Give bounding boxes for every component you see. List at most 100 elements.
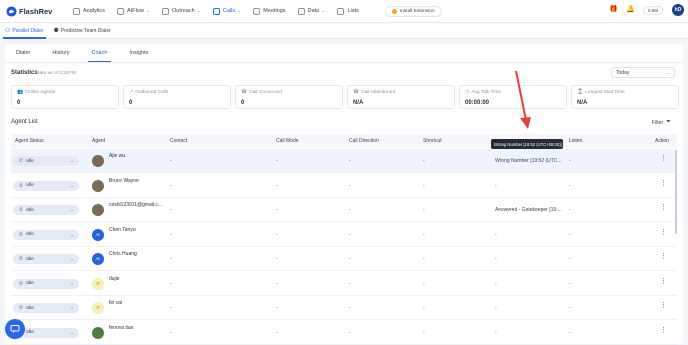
disposition-tooltip: Wrong Number [19:52 (UTC+08:00)] [491, 139, 563, 149]
agent-sub: - [109, 234, 111, 240]
period-select[interactable]: Today ⌄ [611, 67, 675, 78]
agent-sub: - [109, 283, 111, 289]
more-actions-icon[interactable]: ⋮ [660, 155, 667, 162]
listen-cell[interactable]: - [569, 158, 571, 164]
more-actions-icon[interactable]: ⋮ [660, 180, 667, 187]
table-row[interactable]: ✆ Idle ⌄ Ajie wu - - - - - Wrong Number [19:52 (U… [11, 149, 677, 173]
nav-item-label: Lists [347, 8, 359, 14]
nav-item-aiflow[interactable]: AIFlow ⌄ [111, 0, 156, 23]
subtab-predictive-team-dialer[interactable]: ⚉ Predictive Team Dialer [49, 23, 116, 39]
meetings-icon [253, 7, 261, 15]
nav-item-lists[interactable]: Lists [331, 0, 364, 23]
disposition-cell[interactable]: - [495, 183, 497, 189]
col-call-direction: Call Direction [349, 138, 379, 144]
stat-card-value: N/A [577, 100, 588, 106]
stat-card-label-row: ↗ Outbound Calls [129, 89, 225, 95]
table-row[interactable]: ✆ Idle ⌄ Bruce Wayne - - - - - - - ⋮ [11, 174, 677, 198]
agent-status-select[interactable]: ✆Idle ⌄ [13, 254, 79, 264]
stat-card-label: Outbound Calls [135, 89, 169, 95]
listen-cell[interactable]: - [569, 256, 571, 262]
statistics-timestamp: Data as of 2:24PM [36, 71, 76, 76]
agent-sub: - [109, 259, 111, 264]
listen-cell[interactable]: - [569, 281, 571, 287]
data-icon [297, 7, 305, 15]
chevron-down-icon: ⌄ [70, 231, 74, 237]
credit-badge[interactable]: 0.5M [642, 5, 663, 15]
nav-item-analytics[interactable]: Analytics [67, 0, 111, 23]
agent-status-select[interactable]: ✆Idle ⌄ [13, 229, 79, 240]
outreach-icon [162, 7, 170, 15]
shortcut-cell: - [423, 182, 425, 189]
more-actions-icon[interactable]: ⋮ [660, 229, 667, 236]
nav-item-outreach[interactable]: Outreach ⌄ [156, 0, 207, 23]
nav-item-calls[interactable]: Calls ⌄ [207, 0, 247, 23]
call-direction-cell: - [349, 329, 351, 336]
flashrev-logo-icon [6, 5, 17, 17]
call-mode-cell: - [276, 256, 278, 262]
tab-coach[interactable]: Coach [81, 44, 119, 62]
filter-button[interactable]: Filter ⏷ [652, 119, 671, 126]
table-row[interactable]: ✆ Idle ⌄ ∞ Chen Tanyu - - - - - - - ⋮ [11, 223, 677, 247]
nav-item-meetings[interactable]: Meetings [247, 0, 291, 23]
gift-icon[interactable]: 🎁 [609, 6, 618, 14]
contact-cell: - [170, 182, 172, 189]
listen-cell[interactable]: - [569, 232, 571, 238]
brand-logo[interactable]: FlashRev [6, 5, 64, 17]
table-row[interactable]: ✆ Idle ⌄ ☀ fei cai - - - - - - - ⋮ [11, 296, 677, 320]
listen-cell[interactable]: - [569, 207, 571, 213]
more-actions-icon[interactable]: ⋮ [660, 302, 667, 309]
chat-support-button[interactable] [5, 319, 25, 339]
table-scrollbar[interactable] [675, 150, 677, 234]
table-row[interactable]: ✆ Idle ⌄ ceshi123911@gmail.c... - - - - - Answere… [11, 198, 677, 222]
disposition-cell[interactable]: - [495, 330, 497, 336]
chevron-down-icon: ⌄ [70, 280, 74, 286]
more-actions-icon[interactable]: ⋮ [660, 278, 667, 285]
stat-card-value: 0 [129, 100, 133, 106]
period-value: Today [616, 70, 630, 76]
bell-icon[interactable]: 🔔 [626, 6, 635, 14]
user-avatar[interactable]: hD [672, 4, 684, 16]
tab-dialer[interactable]: Dialer [5, 44, 41, 62]
agent-status-select[interactable]: ✆Idle ⌄ [13, 278, 79, 289]
listen-cell[interactable]: - [569, 183, 571, 189]
agent-avatar: ∞ [92, 228, 104, 241]
install-extension-button[interactable]: Install Extension [384, 5, 442, 17]
subtab-parallel-dialer[interactable]: ⚇ Parallel Dialer [0, 23, 49, 39]
table-row[interactable]: ✆Idle⌄fenova tian-------⋮ [11, 321, 677, 345]
dialer-subnav: ⚇ Parallel Dialer ⚉ Predictive Team Dial… [0, 23, 688, 39]
nav-item-label: Calls [222, 8, 236, 14]
col-agent-status: Agent Status [15, 138, 44, 144]
disposition-cell[interactable]: - [495, 281, 497, 287]
disposition-cell[interactable]: - [495, 305, 497, 311]
nav-item-data[interactable]: Data ⌄ [292, 0, 332, 23]
team-dialer-icon: ⚉ [53, 28, 59, 34]
table-row[interactable]: ✆ Idle ⌄ ☀ dujie - - - - - - - ⋮ [11, 272, 677, 296]
agent-status-select[interactable]: ✆Idle ⌄ [13, 180, 79, 191]
agent-status-select[interactable]: ✆Idle ⌄ [13, 303, 79, 313]
brand-name: FlashRev [19, 6, 53, 16]
listen-cell[interactable]: - [569, 305, 571, 311]
disposition-cell[interactable]: Wrong Number [19:52 (UTC... [495, 158, 562, 164]
agent-status-select[interactable]: ✆Idle ⌄ [13, 205, 79, 215]
listen-cell[interactable]: - [569, 330, 571, 336]
more-actions-icon[interactable]: ⋮ [660, 204, 667, 211]
more-actions-icon[interactable]: ⋮ [660, 253, 667, 260]
more-actions-icon[interactable]: ⋮ [660, 327, 667, 334]
disposition-cell[interactable]: - [495, 256, 497, 262]
tab-divider [5, 62, 683, 63]
stat-card: ☎ Call Abandoned N/A [347, 85, 455, 109]
agent-avatar [92, 326, 104, 339]
call-direction-cell: - [349, 158, 351, 164]
disposition-cell[interactable]: Answered - Gatekeeper [19:... [495, 207, 562, 213]
call-mode-cell: - [276, 329, 278, 336]
table-row[interactable]: ✆ Idle ⌄ ∞ Chris Huang - - - - - - - ⋮ [11, 247, 677, 271]
stat-cards: 👥 Online Agents 0 ↗ Outbound Calls 0 ☎ Call Con… [11, 85, 679, 109]
chevron-down-icon: ⌄ [70, 182, 74, 188]
disposition-cell[interactable]: - [495, 232, 497, 238]
agent-status-select[interactable]: ✆Idle ⌄ [13, 156, 79, 166]
agent-sub: - [109, 161, 111, 166]
nav-item-label: Outreach [172, 8, 195, 14]
agent-name: ceshi123911@gmail.c... [109, 202, 163, 208]
tab-insights[interactable]: Insights [118, 44, 159, 62]
tab-history[interactable]: History [41, 44, 80, 62]
